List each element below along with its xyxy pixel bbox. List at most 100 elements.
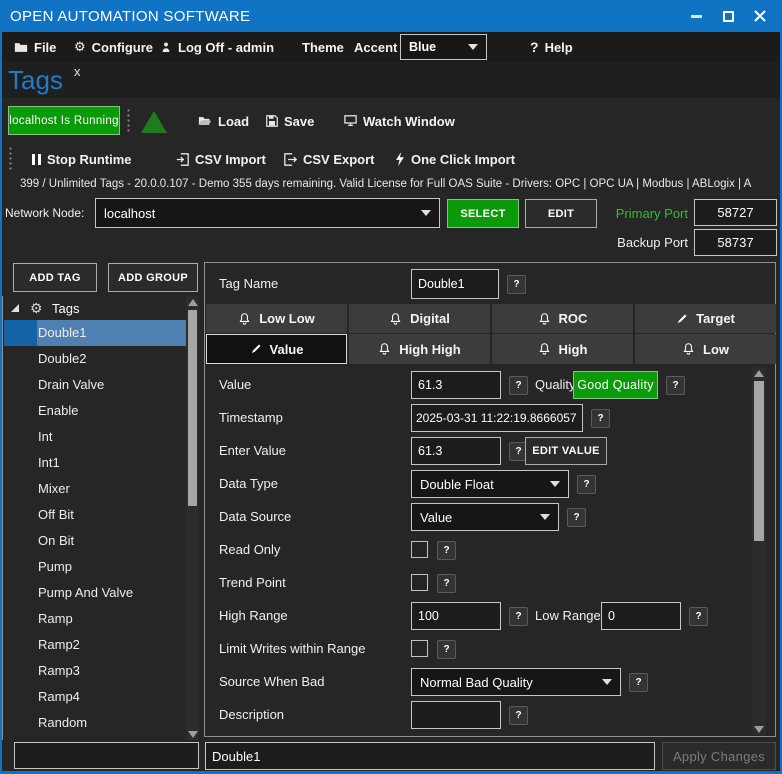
- network-node-select[interactable]: localhost: [95, 198, 440, 228]
- source-when-bad-select[interactable]: Normal Bad Quality: [411, 668, 621, 696]
- description-help[interactable]: ?: [509, 706, 528, 725]
- doc-tab-strip: Tags x: [2, 62, 780, 98]
- tree-item[interactable]: Double2: [4, 346, 186, 372]
- tag-path-input[interactable]: [205, 742, 655, 770]
- tree-item[interactable]: Off Bit: [4, 502, 186, 528]
- tree-item[interactable]: Ramp4: [4, 684, 186, 710]
- apply-changes-button[interactable]: Apply Changes: [662, 742, 776, 770]
- form-scroll-up-arrow[interactable]: [752, 367, 766, 379]
- tree-item[interactable]: Int: [4, 424, 186, 450]
- menu-file[interactable]: File: [14, 32, 56, 62]
- csv-import-button[interactable]: CSV Import: [176, 147, 266, 171]
- primary-port-field[interactable]: [694, 199, 777, 226]
- form-scroll-thumb[interactable]: [754, 381, 764, 541]
- menu-configure[interactable]: ⚙ Configure: [74, 32, 153, 62]
- read-only-help[interactable]: ?: [437, 541, 456, 560]
- stop-runtime-button[interactable]: Stop Runtime: [32, 147, 132, 171]
- tab-digital[interactable]: Digital: [349, 304, 490, 333]
- description-input[interactable]: [411, 701, 501, 729]
- menubar: File ⚙ Configure Log Off - admin Theme A…: [2, 32, 780, 62]
- tab-low-low[interactable]: Low Low: [206, 304, 347, 333]
- limit-writes-help[interactable]: ?: [437, 640, 456, 659]
- csv-export-button[interactable]: CSV Export: [284, 147, 375, 171]
- tree-filter-box[interactable]: [14, 742, 199, 769]
- tree-item[interactable]: Ramp: [4, 606, 186, 632]
- value-help[interactable]: ?: [509, 376, 528, 395]
- tree-item[interactable]: Random: [4, 710, 186, 736]
- expander-icon[interactable]: [10, 303, 20, 313]
- tree-item[interactable]: Double1: [4, 320, 186, 346]
- scroll-thumb[interactable]: [188, 310, 197, 506]
- value-input[interactable]: [411, 371, 501, 399]
- scroll-up-arrow[interactable]: [186, 296, 199, 308]
- maximize-button[interactable]: [712, 0, 744, 32]
- add-group-button[interactable]: ADD GROUP: [108, 263, 198, 292]
- export-icon: [284, 153, 297, 166]
- watch-window-button[interactable]: Watch Window: [344, 109, 455, 133]
- quality-help[interactable]: ?: [666, 376, 685, 395]
- data-source-help[interactable]: ?: [567, 508, 586, 527]
- tab-high-high[interactable]: High High: [349, 334, 490, 364]
- source-when-bad-help[interactable]: ?: [629, 673, 648, 692]
- tab-high[interactable]: High: [492, 334, 633, 364]
- tree-item[interactable]: On Bit: [4, 528, 186, 554]
- tree-item[interactable]: Mixer: [4, 476, 186, 502]
- edit-value-button[interactable]: EDIT VALUE: [525, 437, 607, 465]
- tree-item[interactable]: Pump And Valve: [4, 580, 186, 606]
- floppy-icon: [266, 115, 278, 127]
- tree-item[interactable]: Drain Valve: [4, 372, 186, 398]
- page-title: Tags: [8, 62, 63, 98]
- scroll-down-arrow[interactable]: [186, 728, 199, 740]
- toolbar-drag-handle-1[interactable]: [126, 108, 132, 134]
- data-type-help[interactable]: ?: [577, 475, 596, 494]
- chevron-down-icon: [468, 44, 478, 50]
- form-scroll-down-arrow[interactable]: [752, 723, 766, 735]
- enter-value-input[interactable]: [411, 437, 501, 465]
- edit-button[interactable]: EDIT: [525, 199, 597, 228]
- timestamp-help[interactable]: ?: [591, 409, 610, 428]
- minimize-button[interactable]: [680, 0, 712, 32]
- tree-root[interactable]: ⚙ Tags: [4, 296, 186, 320]
- low-range-input[interactable]: [601, 602, 681, 630]
- trend-point-help[interactable]: ?: [437, 574, 456, 593]
- menu-theme[interactable]: Theme: [302, 32, 344, 62]
- tag-detail-panel: Tag Name ? Low Low Digital ROC Target: [204, 262, 776, 737]
- chevron-down-icon: [421, 210, 431, 216]
- tag-name-help[interactable]: ?: [507, 275, 526, 294]
- low-range-help[interactable]: ?: [689, 607, 708, 626]
- toolbar-drag-handle-2[interactable]: [8, 146, 14, 172]
- data-source-select[interactable]: Value: [411, 503, 559, 531]
- doc-tab-close[interactable]: x: [74, 64, 81, 79]
- data-type-select[interactable]: Double Float: [411, 470, 569, 498]
- accent-select[interactable]: Blue: [400, 34, 487, 60]
- form-scrollbar: [752, 367, 766, 735]
- menu-help[interactable]: ? Help: [530, 32, 573, 62]
- high-range-help[interactable]: ?: [509, 607, 528, 626]
- titlebar: OPEN AUTOMATION SOFTWARE: [0, 0, 782, 32]
- tree-item[interactable]: Int1: [4, 450, 186, 476]
- read-only-checkbox[interactable]: [411, 541, 428, 558]
- tag-name-input[interactable]: [411, 269, 499, 299]
- tab-target[interactable]: Target: [635, 304, 776, 333]
- close-button[interactable]: [744, 0, 776, 32]
- tab-value[interactable]: Value: [206, 334, 347, 364]
- one-click-import-button[interactable]: One Click Import: [394, 147, 515, 171]
- tab-low[interactable]: Low: [635, 334, 776, 364]
- menu-logoff[interactable]: Log Off - admin: [160, 32, 274, 62]
- backup-port-field[interactable]: [694, 229, 777, 256]
- tree-item[interactable]: Ramp2: [4, 632, 186, 658]
- tree-item[interactable]: Enable: [4, 398, 186, 424]
- load-button[interactable]: Load: [198, 109, 249, 133]
- trend-point-checkbox[interactable]: [411, 574, 428, 591]
- select-button[interactable]: SELECT: [447, 199, 519, 228]
- timestamp-input[interactable]: [411, 404, 583, 432]
- add-tag-button[interactable]: ADD TAG: [13, 263, 97, 292]
- tab-roc[interactable]: ROC: [492, 304, 633, 333]
- limit-writes-checkbox[interactable]: [411, 640, 428, 657]
- tree-item[interactable]: Pump: [4, 554, 186, 580]
- tree-item[interactable]: Ramp3: [4, 658, 186, 684]
- runtime-status-button[interactable]: localhost Is Running: [8, 106, 120, 135]
- minimize-icon: [691, 15, 702, 18]
- save-button[interactable]: Save: [266, 109, 314, 133]
- high-range-input[interactable]: [411, 602, 501, 630]
